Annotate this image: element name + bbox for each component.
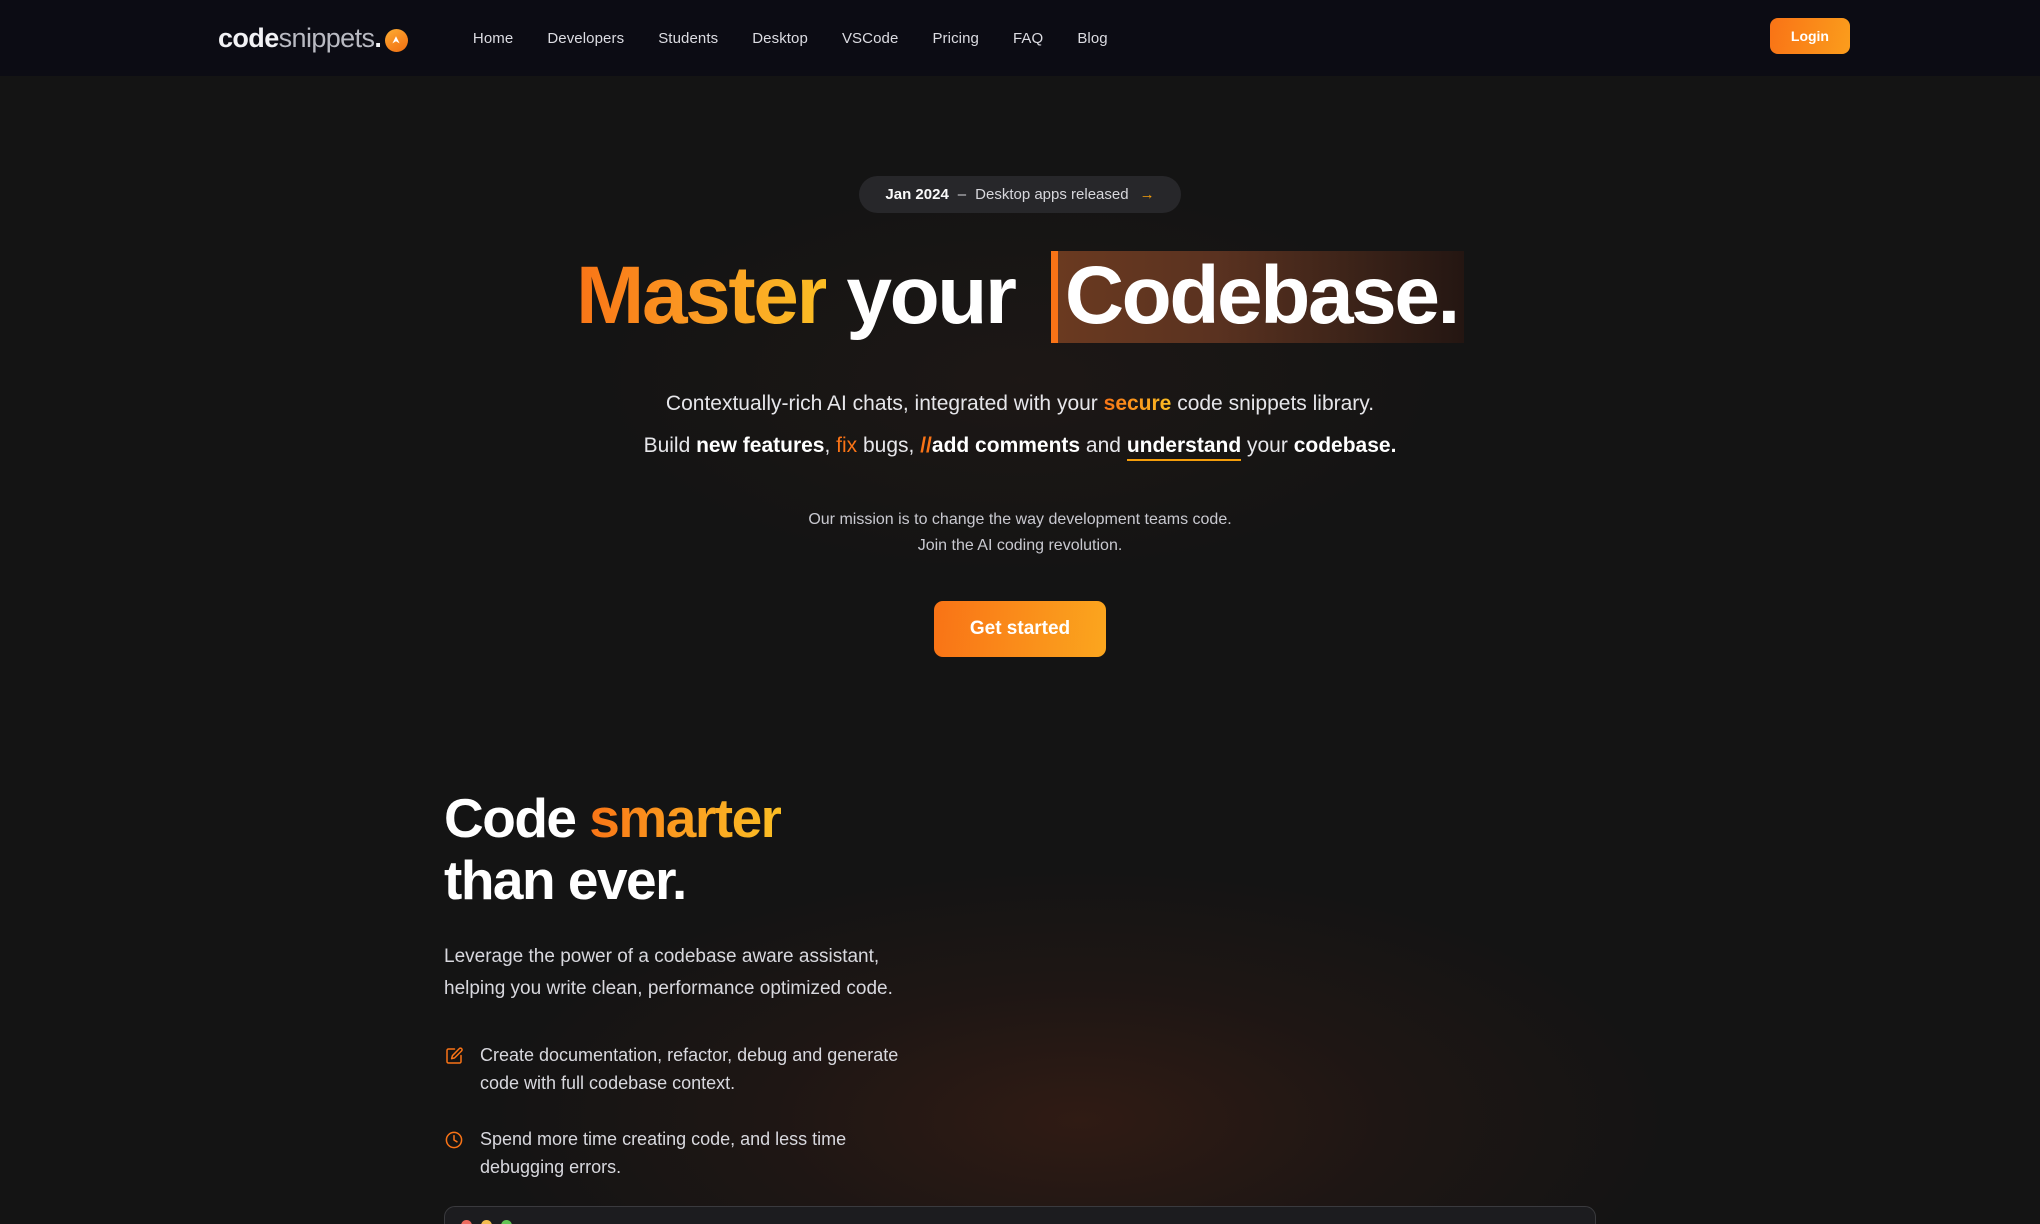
section-title-accent: smarter	[589, 786, 782, 849]
sub2-accent-slashes: //	[920, 434, 932, 458]
feature-1-line-2: code with full codebase context.	[480, 1073, 736, 1094]
list-item: Create documentation, refactor, debug an…	[444, 1042, 2040, 1098]
sub2-text-3: bugs,	[857, 434, 921, 458]
feature-text: Spend more time creating code, and less …	[480, 1126, 846, 1182]
text-cursor-bar	[1050, 251, 1058, 343]
nav-item-blog[interactable]: Blog	[1060, 24, 1124, 53]
headline-word-your: your	[846, 250, 1016, 341]
logo[interactable]: code snippets.	[218, 23, 408, 54]
nav-item-developers[interactable]: Developers	[530, 24, 641, 53]
arrow-right-icon: →	[1139, 186, 1155, 203]
code-smarter-section: Code smarter than ever. Leverage the pow…	[0, 787, 2040, 1182]
nav-item-desktop[interactable]: Desktop	[735, 24, 825, 53]
subtitle-text-before: Contextually-rich AI chats, integrated w…	[665, 391, 1104, 415]
sub2-text-4: and	[1080, 434, 1127, 458]
logo-text-dot: .	[374, 22, 382, 53]
hero-subtitle-primary: Contextually-rich AI chats, integrated w…	[0, 388, 2040, 421]
feature-text: Create documentation, refactor, debug an…	[480, 1042, 898, 1098]
announcement-date: Jan 2024	[885, 186, 949, 203]
mission-line-2: Join the AI coding revolution.	[917, 536, 1123, 554]
sub2-bold-add-comments: add comments	[931, 434, 1081, 458]
section-title-white: Code	[444, 786, 590, 849]
get-started-button[interactable]: Get started	[933, 600, 1107, 657]
sub2-text-5: your	[1241, 434, 1294, 458]
maximize-dot-green-icon[interactable]	[501, 1220, 512, 1224]
announcement-pill[interactable]: Jan 2024 – Desktop apps released →	[859, 176, 1181, 213]
announcement-text: Desktop apps released	[975, 186, 1129, 203]
nav-item-faq[interactable]: FAQ	[996, 24, 1060, 53]
feature-1-line-1: Create documentation, refactor, debug an…	[480, 1045, 899, 1066]
announcement-separator: –	[957, 186, 967, 203]
section-body: Leverage the power of a codebase aware a…	[444, 941, 2040, 1006]
hero-subtitle-secondary: Build new features, fix bugs, //add comm…	[0, 430, 2040, 463]
edit-square-icon	[444, 1046, 464, 1066]
headline-word-codebase: Codebase.	[1064, 250, 1460, 341]
mission-line-1: Our mission is to change the way develop…	[808, 510, 1232, 528]
subtitle-highlight-secure: secure	[1103, 391, 1172, 415]
sub2-bold-codebase: codebase.	[1293, 434, 1397, 458]
list-item: Spend more time creating code, and less …	[444, 1126, 2040, 1182]
nav-item-pricing[interactable]: Pricing	[915, 24, 996, 53]
nav-item-home[interactable]: Home	[456, 24, 530, 53]
minimize-dot-yellow-icon[interactable]	[481, 1220, 492, 1224]
landing-page: code snippets. Home Developers Students D…	[0, 0, 2040, 1224]
section-title: Code smarter than ever.	[444, 787, 2040, 911]
headline-word-master: Master	[576, 250, 828, 341]
nav-item-students[interactable]: Students	[641, 24, 735, 53]
clock-icon	[444, 1130, 464, 1150]
feature-2-line-2: debugging errors.	[480, 1156, 622, 1177]
sub2-underlined-understand: understand	[1126, 434, 1242, 462]
close-dot-red-icon[interactable]	[461, 1220, 472, 1224]
section-body-line-2: helping you write clean, performance opt…	[444, 978, 893, 1000]
sub2-text-1: Build	[643, 434, 697, 458]
window-titlebar	[445, 1207, 1595, 1224]
hero-section: Jan 2024 – Desktop apps released → Maste…	[0, 76, 2040, 657]
app-window-mockup	[444, 1206, 1596, 1224]
sub2-text-2: ,	[824, 434, 837, 458]
mission-statement: Our mission is to change the way develop…	[0, 507, 2040, 559]
logo-text-bold: code	[218, 22, 279, 53]
section-title-line-1: Code smarter	[444, 787, 2040, 849]
sub2-accent-fix: fix	[836, 434, 858, 458]
chevron-up-circle-icon	[384, 28, 408, 52]
sub2-bold-new-features: new features	[696, 434, 825, 458]
hero-headline: Master your Codebase.	[0, 251, 2040, 343]
section-body-line-1: Leverage the power of a codebase aware a…	[444, 945, 880, 967]
logo-text-light: snippets	[278, 22, 375, 53]
feature-list: Create documentation, refactor, debug an…	[444, 1042, 2040, 1182]
main-navigation: Home Developers Students Desktop VSCode …	[456, 24, 1125, 53]
nav-item-vscode[interactable]: VSCode	[825, 24, 915, 53]
site-header: code snippets. Home Developers Students D…	[0, 0, 2040, 76]
subtitle-text-after: code snippets library.	[1171, 391, 1375, 415]
feature-2-line-1: Spend more time creating code, and less …	[480, 1128, 847, 1149]
headline-highlight-block: Codebase.	[1050, 250, 1464, 343]
login-button[interactable]: Login	[1769, 18, 1850, 54]
section-title-line-2: than ever.	[444, 848, 687, 911]
